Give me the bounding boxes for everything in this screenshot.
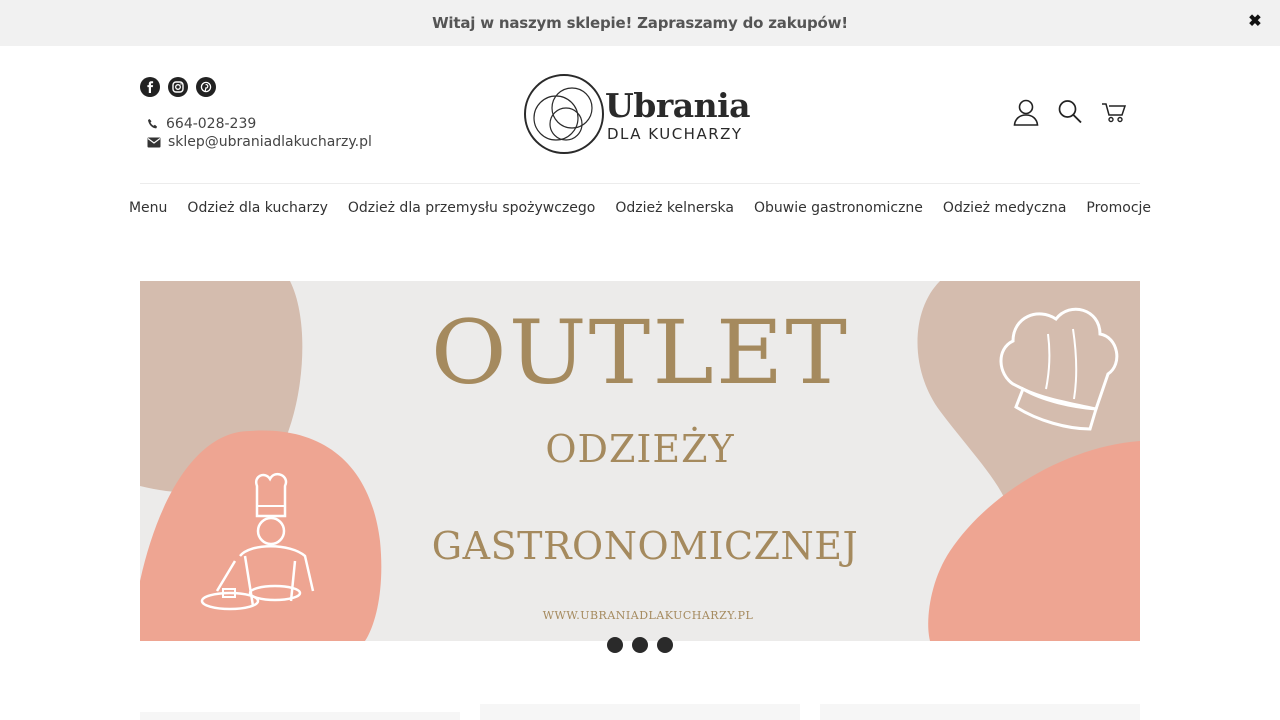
slider-pagination: [607, 637, 673, 653]
category-card-3[interactable]: [820, 704, 1140, 720]
hero-banner[interactable]: OUTLET ODZIEŻY GASTRONOMICZNEJ WWW.UBRAN…: [140, 281, 1140, 641]
nav-item-waiter-clothing[interactable]: Odzież kelnerska: [605, 198, 744, 218]
nav-item-footwear[interactable]: Obuwie gastronomiczne: [744, 198, 933, 218]
nav-item-promotions[interactable]: Promocje: [1076, 198, 1161, 218]
contact-info: 664-028-239 sklep@ubraniadlakucharzy.pl: [147, 115, 372, 151]
search-icon[interactable]: [1056, 97, 1084, 127]
logo-title: Ubrania: [605, 86, 751, 125]
banner-title: OUTLET: [430, 301, 850, 404]
phone-icon: [148, 119, 158, 129]
slider-dot-2[interactable]: [632, 637, 648, 653]
account-icon[interactable]: [1012, 97, 1040, 127]
slider-dot-1[interactable]: [607, 637, 623, 653]
banner-subtitle-1: ODZIEŻY: [545, 427, 735, 471]
header-actions: [1012, 97, 1128, 127]
category-card-2[interactable]: [480, 704, 800, 720]
cart-icon[interactable]: [1100, 97, 1128, 127]
pinterest-icon[interactable]: [196, 77, 216, 97]
slider-dot-3[interactable]: [657, 637, 673, 653]
phone-number[interactable]: 664-028-239: [166, 116, 256, 132]
main-nav: Menu Odzież dla kucharzy Odzież dla prze…: [129, 198, 1151, 218]
nav-item-food-industry[interactable]: Odzież dla przemysłu spożywczego: [338, 198, 605, 218]
phone-row: 664-028-239: [147, 115, 372, 133]
logo-subtitle: DLA KUCHARZY: [607, 125, 743, 143]
announcement-bar: Witaj w naszym sklepie! Zapraszamy do za…: [0, 0, 1280, 46]
email-row: sklep@ubraniadlakucharzy.pl: [147, 133, 372, 151]
instagram-icon[interactable]: [168, 77, 188, 97]
logo-rings-icon: [524, 74, 604, 154]
nav-item-chef-clothing[interactable]: Odzież dla kucharzy: [177, 198, 337, 218]
nav-item-menu[interactable]: Menu: [119, 198, 177, 218]
envelope-icon: [147, 137, 161, 147]
facebook-icon[interactable]: [140, 77, 160, 97]
header-divider: [140, 183, 1140, 184]
announcement-text: Witaj w naszym sklepie! Zapraszamy do za…: [432, 14, 848, 32]
category-card-1[interactable]: [140, 712, 460, 720]
site-logo[interactable]: Ubrania DLA KUCHARZY: [522, 72, 762, 156]
nav-item-medical[interactable]: Odzież medyczna: [933, 198, 1076, 218]
close-icon[interactable]: ✖: [1246, 13, 1264, 31]
banner-url: WWW.UBRANIADLAKUCHARZY.PL: [542, 609, 754, 622]
social-links: [140, 77, 216, 97]
email-address[interactable]: sklep@ubraniadlakucharzy.pl: [168, 134, 372, 150]
banner-subtitle-2: GASTRONOMICZNEJ: [431, 524, 859, 568]
